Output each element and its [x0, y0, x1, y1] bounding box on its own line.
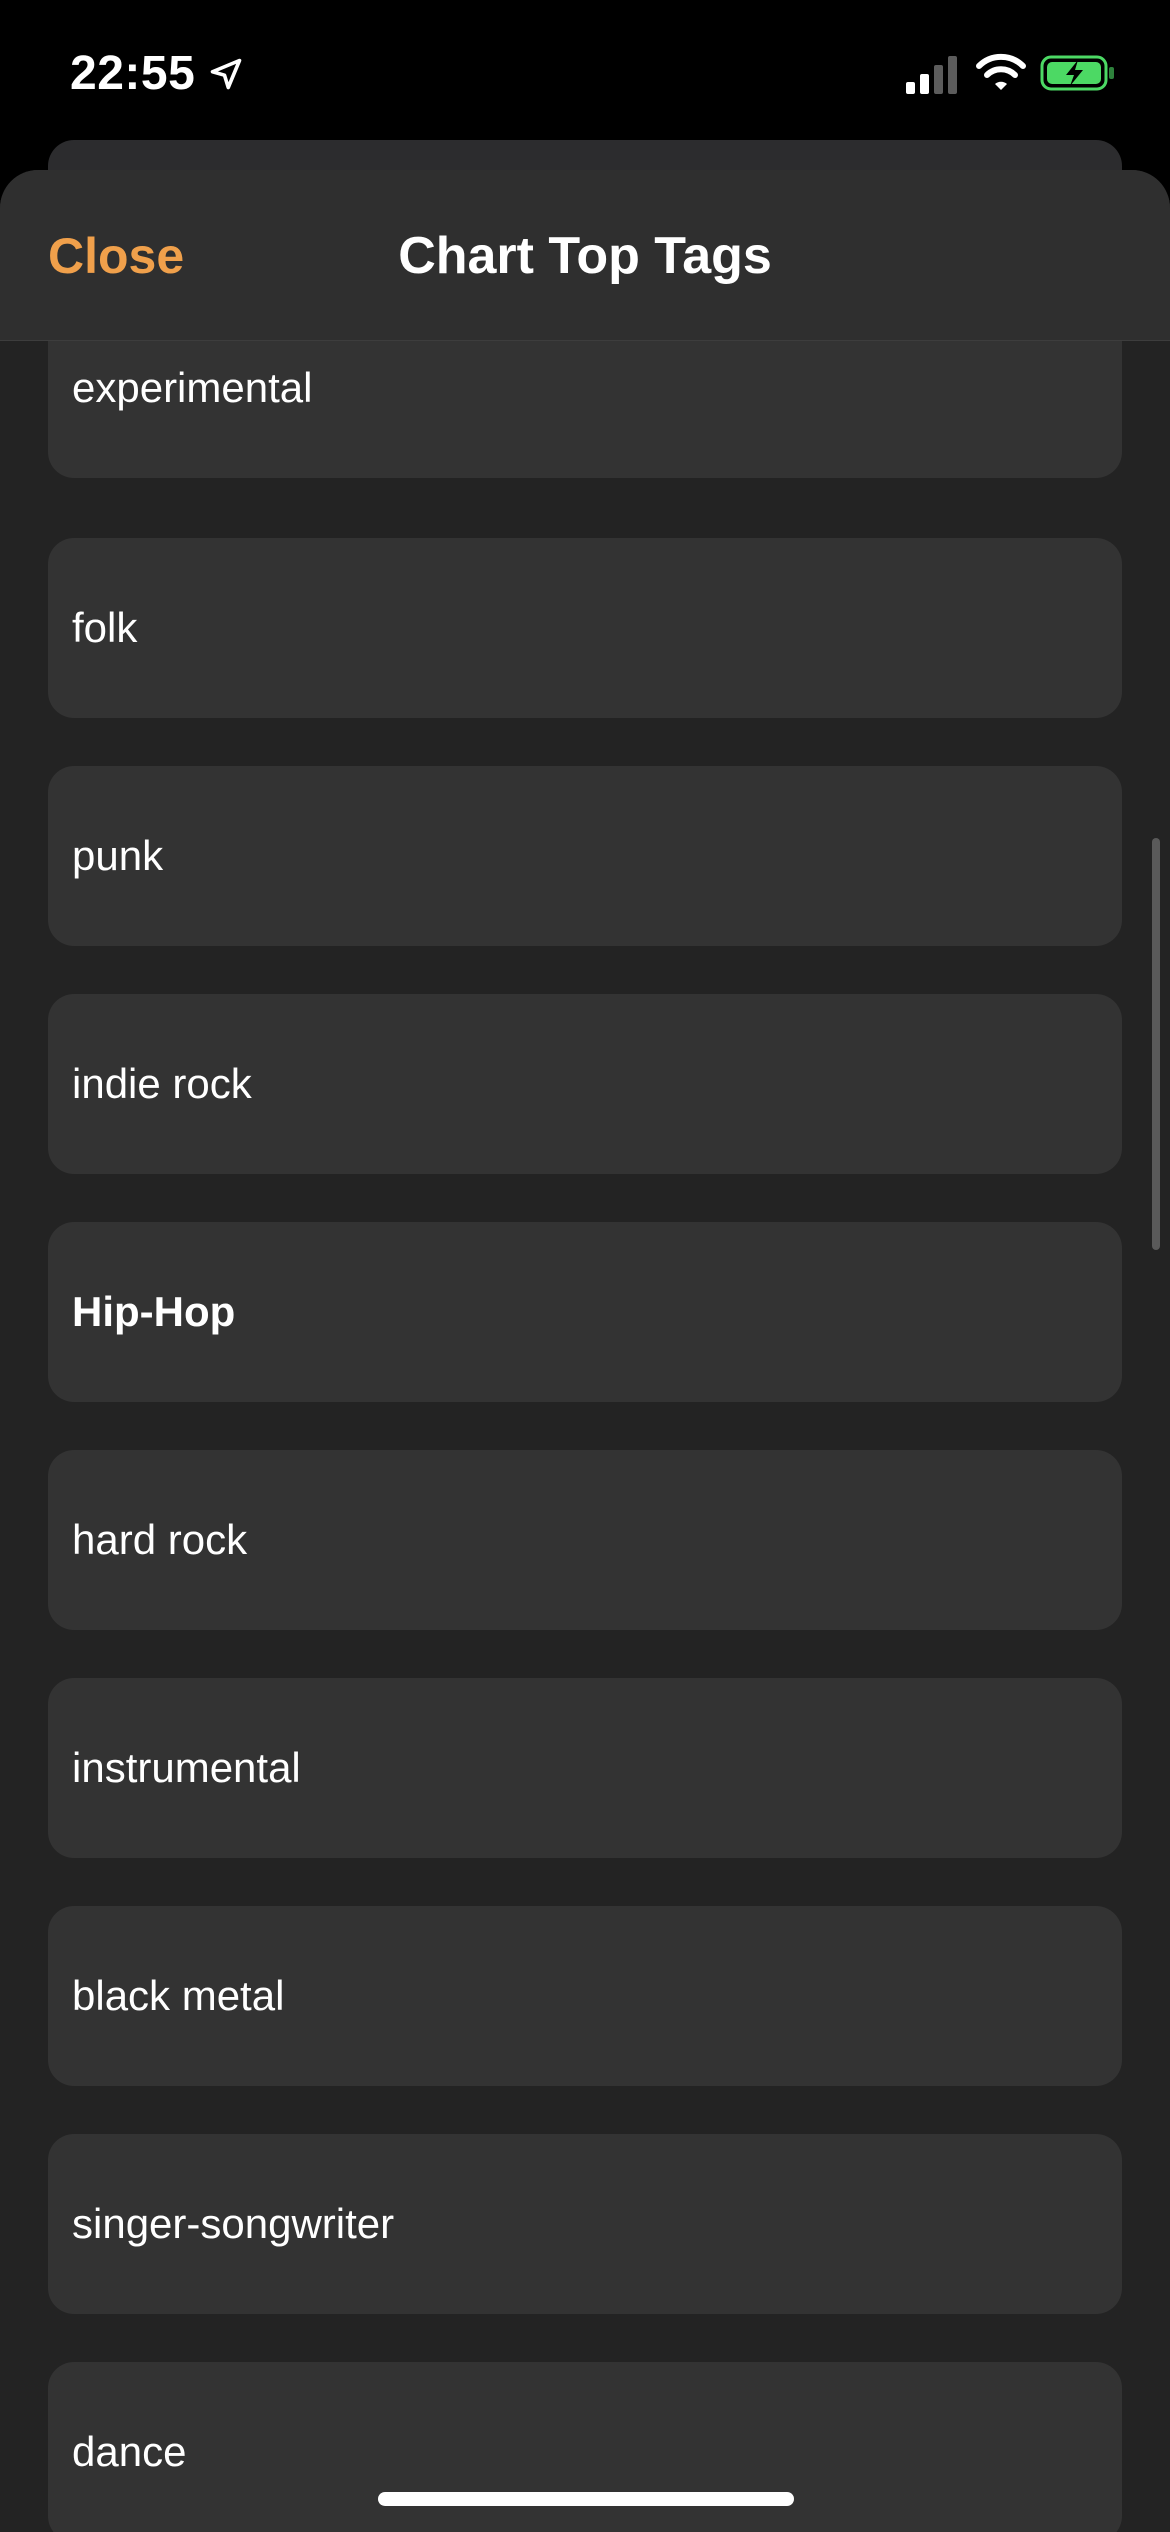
- tag-label: black metal: [72, 1972, 285, 2019]
- list-item[interactable]: indie rock: [48, 994, 1122, 1174]
- tag-label: Hip-Hop: [72, 1288, 236, 1335]
- wifi-icon: [976, 53, 1026, 90]
- navigation-bar: Close Chart Top Tags: [0, 170, 1170, 341]
- list-item[interactable]: dance: [48, 2362, 1122, 2532]
- list-item[interactable]: singer-songwriter: [48, 2134, 1122, 2314]
- tag-label: hard rock: [72, 1516, 248, 1563]
- tag-label: folk: [72, 604, 138, 651]
- page-title: Chart Top Tags: [398, 227, 772, 285]
- list-item[interactable]: punk: [48, 766, 1122, 946]
- list-item[interactable]: instrumental: [48, 1678, 1122, 1858]
- list-item[interactable]: folk: [48, 538, 1122, 718]
- location-arrow-icon: [210, 58, 242, 90]
- tag-label: singer-songwriter: [72, 2200, 395, 2247]
- screen: 22:55 experimental folk punk indie rock …: [0, 0, 1170, 2532]
- scroll-indicator[interactable]: [1152, 838, 1160, 1250]
- status-time: 22:55: [70, 47, 196, 100]
- chart-top-tags-sheet: experimental folk punk indie rock Hip-Ho…: [0, 170, 1170, 2532]
- home-indicator[interactable]: [378, 2492, 794, 2506]
- list-item[interactable]: hard rock: [48, 1450, 1122, 1630]
- tag-label: punk: [72, 832, 164, 879]
- list-item[interactable]: Hip-Hop: [48, 1222, 1122, 1402]
- cellular-signal-icon: [906, 56, 957, 94]
- tag-label: indie rock: [72, 1060, 252, 1107]
- status-bar: 22:55: [0, 0, 1170, 150]
- list-item[interactable]: black metal: [48, 1906, 1122, 2086]
- battery-charging-icon: [1040, 55, 1114, 91]
- tag-label: instrumental: [72, 1744, 301, 1791]
- tag-label: dance: [72, 2428, 187, 2475]
